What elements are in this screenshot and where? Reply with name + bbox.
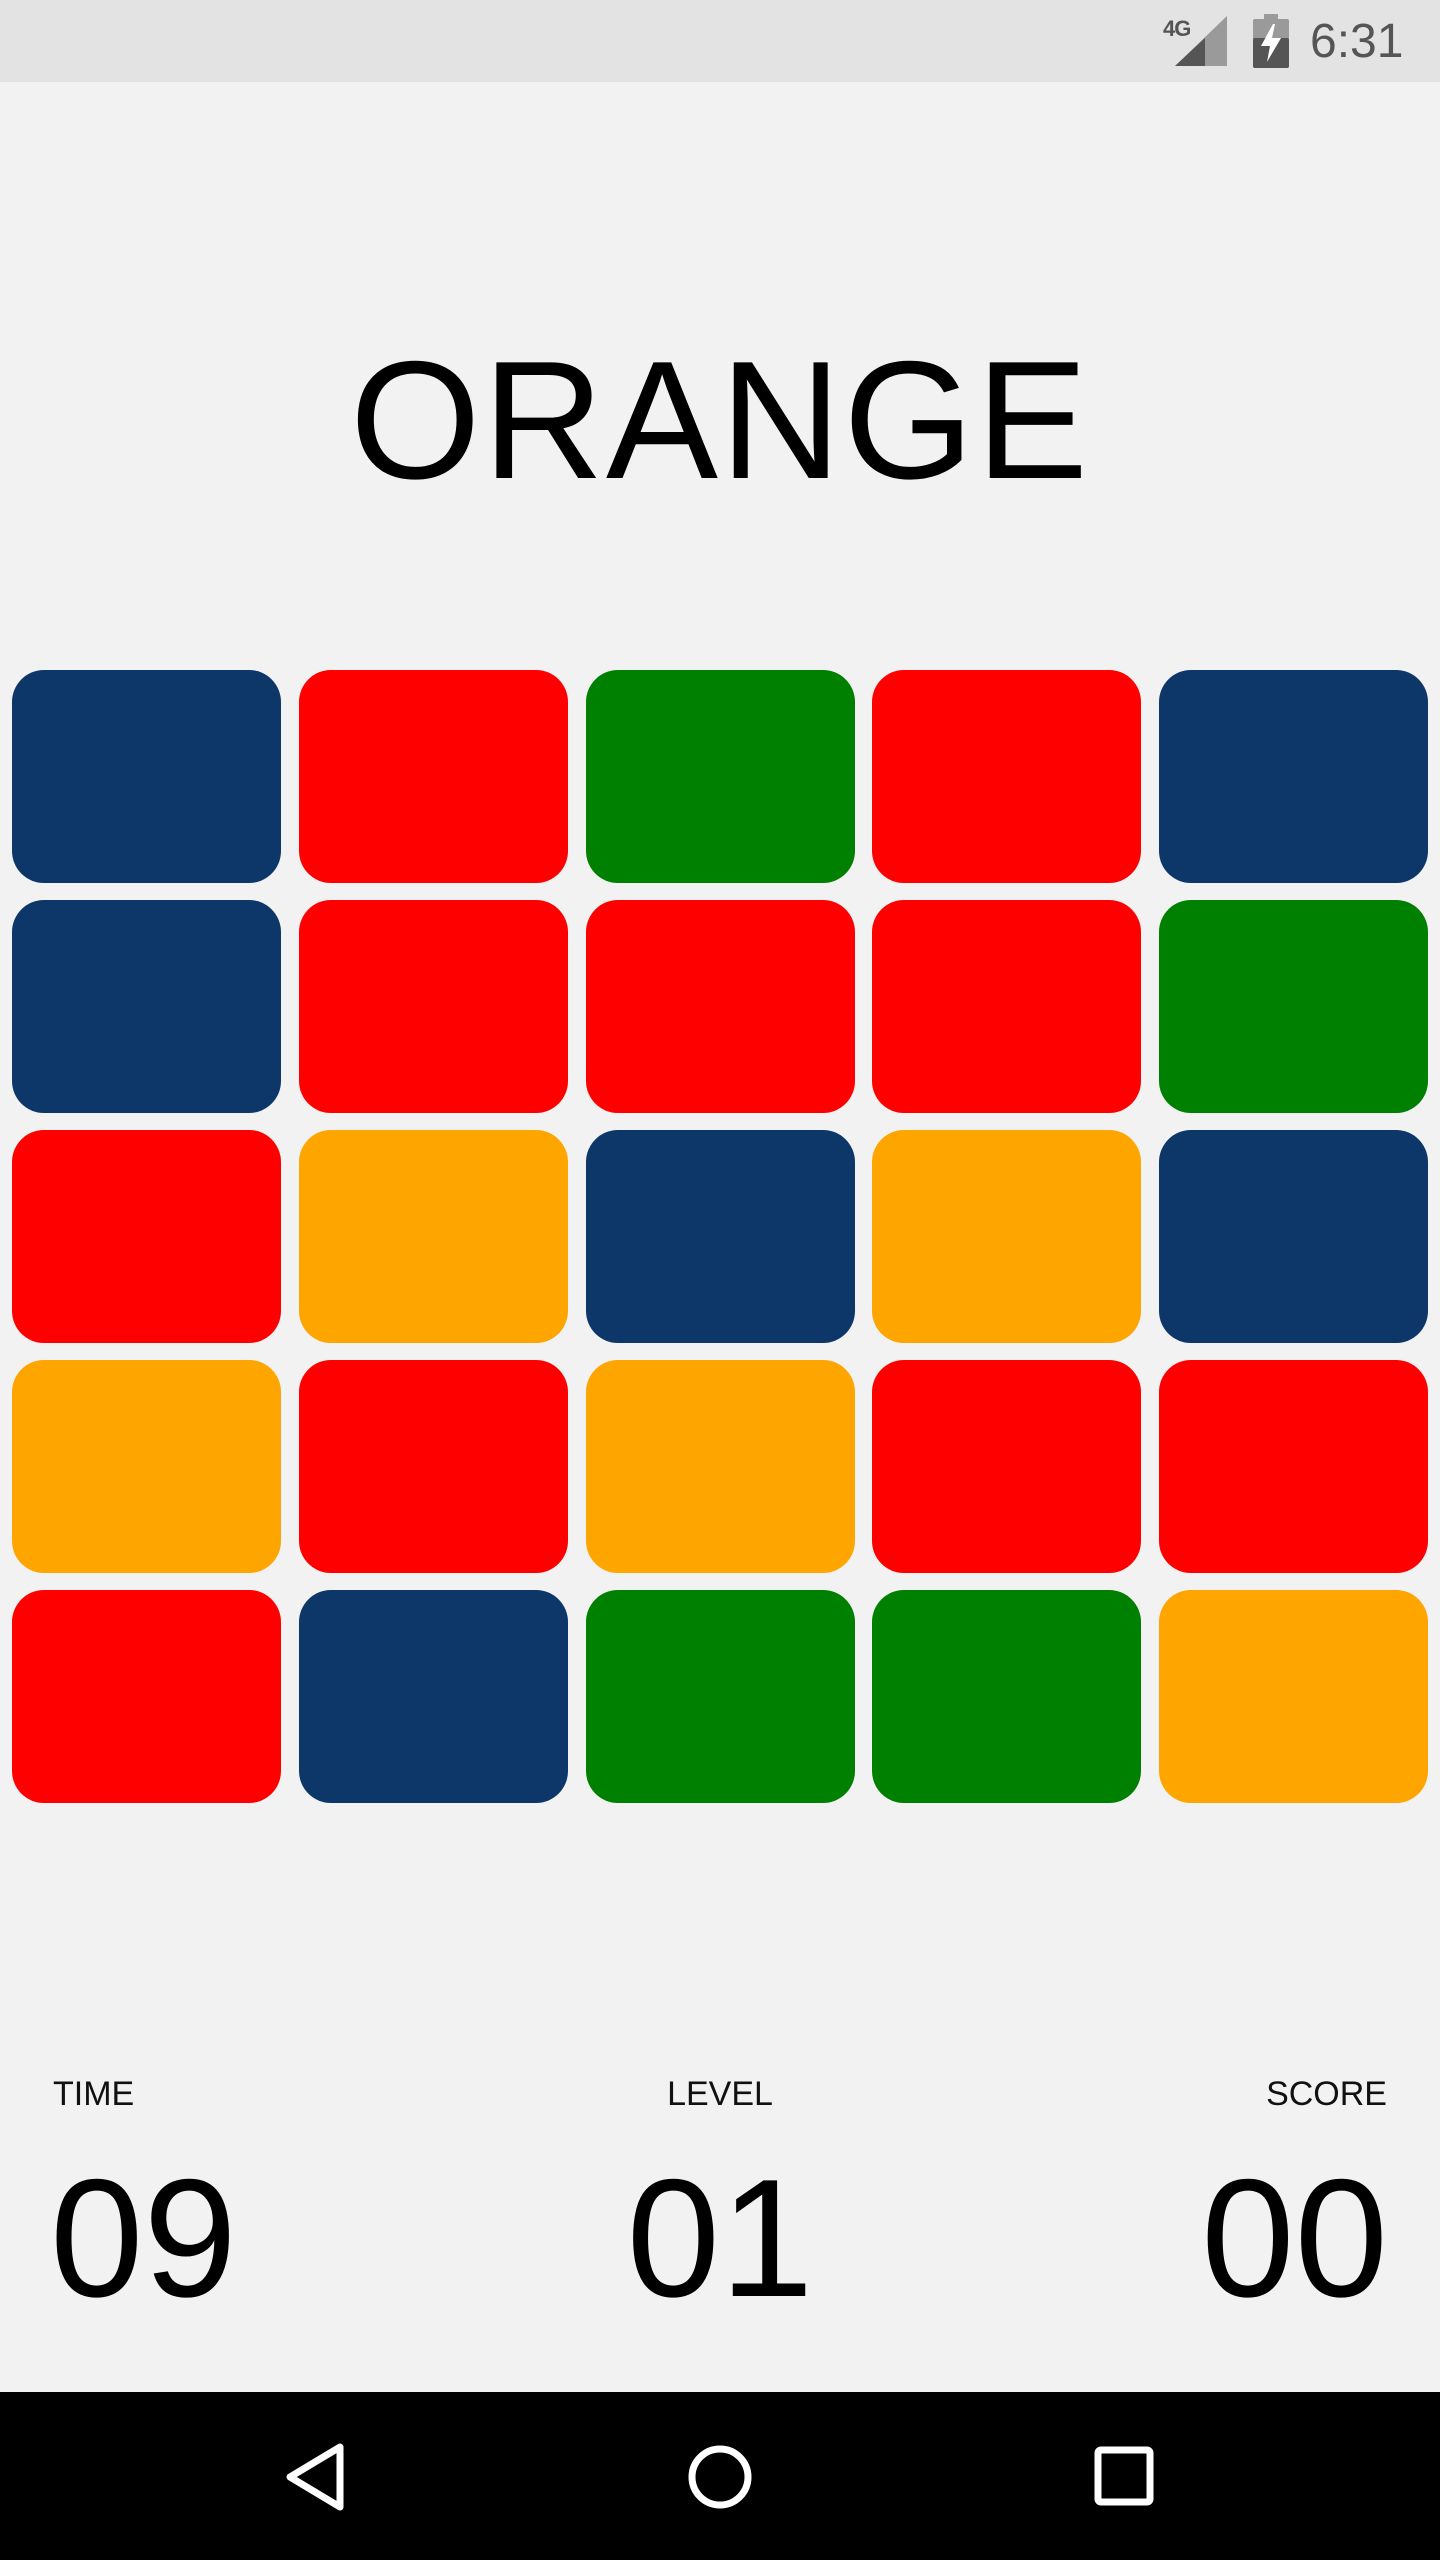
color-tile-blue[interactable] <box>12 900 281 1113</box>
color-tile-red[interactable] <box>298 670 568 883</box>
target-color-word: ORANGE <box>349 326 1091 514</box>
color-tile-red[interactable] <box>298 900 568 1113</box>
color-tile-red[interactable] <box>298 1360 568 1573</box>
score-value: 00 <box>1201 2144 1388 2332</box>
color-tile-blue[interactable] <box>298 1590 568 1803</box>
color-tile-green[interactable] <box>1159 900 1428 1113</box>
color-tile-red[interactable] <box>872 670 1142 883</box>
back-icon[interactable] <box>272 2432 362 2522</box>
signal-icon <box>1175 16 1227 66</box>
color-tile-grid <box>12 670 1428 1803</box>
color-tile-green[interactable] <box>585 670 855 883</box>
color-tile-red[interactable] <box>12 1130 281 1343</box>
battery-charging-icon <box>1253 14 1289 68</box>
color-tile-red[interactable] <box>585 900 855 1113</box>
color-tile-red[interactable] <box>1159 1360 1428 1573</box>
color-tile-orange[interactable] <box>872 1130 1142 1343</box>
recents-icon[interactable] <box>1080 2432 1170 2522</box>
color-tile-orange[interactable] <box>585 1360 855 1573</box>
color-tile-orange[interactable] <box>12 1360 281 1573</box>
status-time: 6:31 <box>1310 15 1404 68</box>
color-tile-blue[interactable] <box>1159 1130 1428 1343</box>
level-label: LEVEL <box>667 2075 773 2113</box>
color-tile-red[interactable] <box>872 1360 1142 1573</box>
home-icon[interactable] <box>675 2432 765 2522</box>
color-tile-orange[interactable] <box>298 1130 568 1343</box>
score-label: SCORE <box>1266 2075 1387 2113</box>
navigation-bar <box>0 2392 1440 2560</box>
color-tile-blue[interactable] <box>585 1130 855 1343</box>
status-bar: 4G 6:31 <box>0 0 1440 82</box>
color-tile-orange[interactable] <box>1159 1590 1428 1803</box>
color-tile-red[interactable] <box>872 900 1142 1113</box>
color-tile-blue[interactable] <box>1159 670 1428 883</box>
color-tile-green[interactable] <box>872 1590 1142 1803</box>
color-tile-blue[interactable] <box>12 670 281 883</box>
color-tile-red[interactable] <box>12 1590 281 1803</box>
color-tile-green[interactable] <box>585 1590 855 1803</box>
